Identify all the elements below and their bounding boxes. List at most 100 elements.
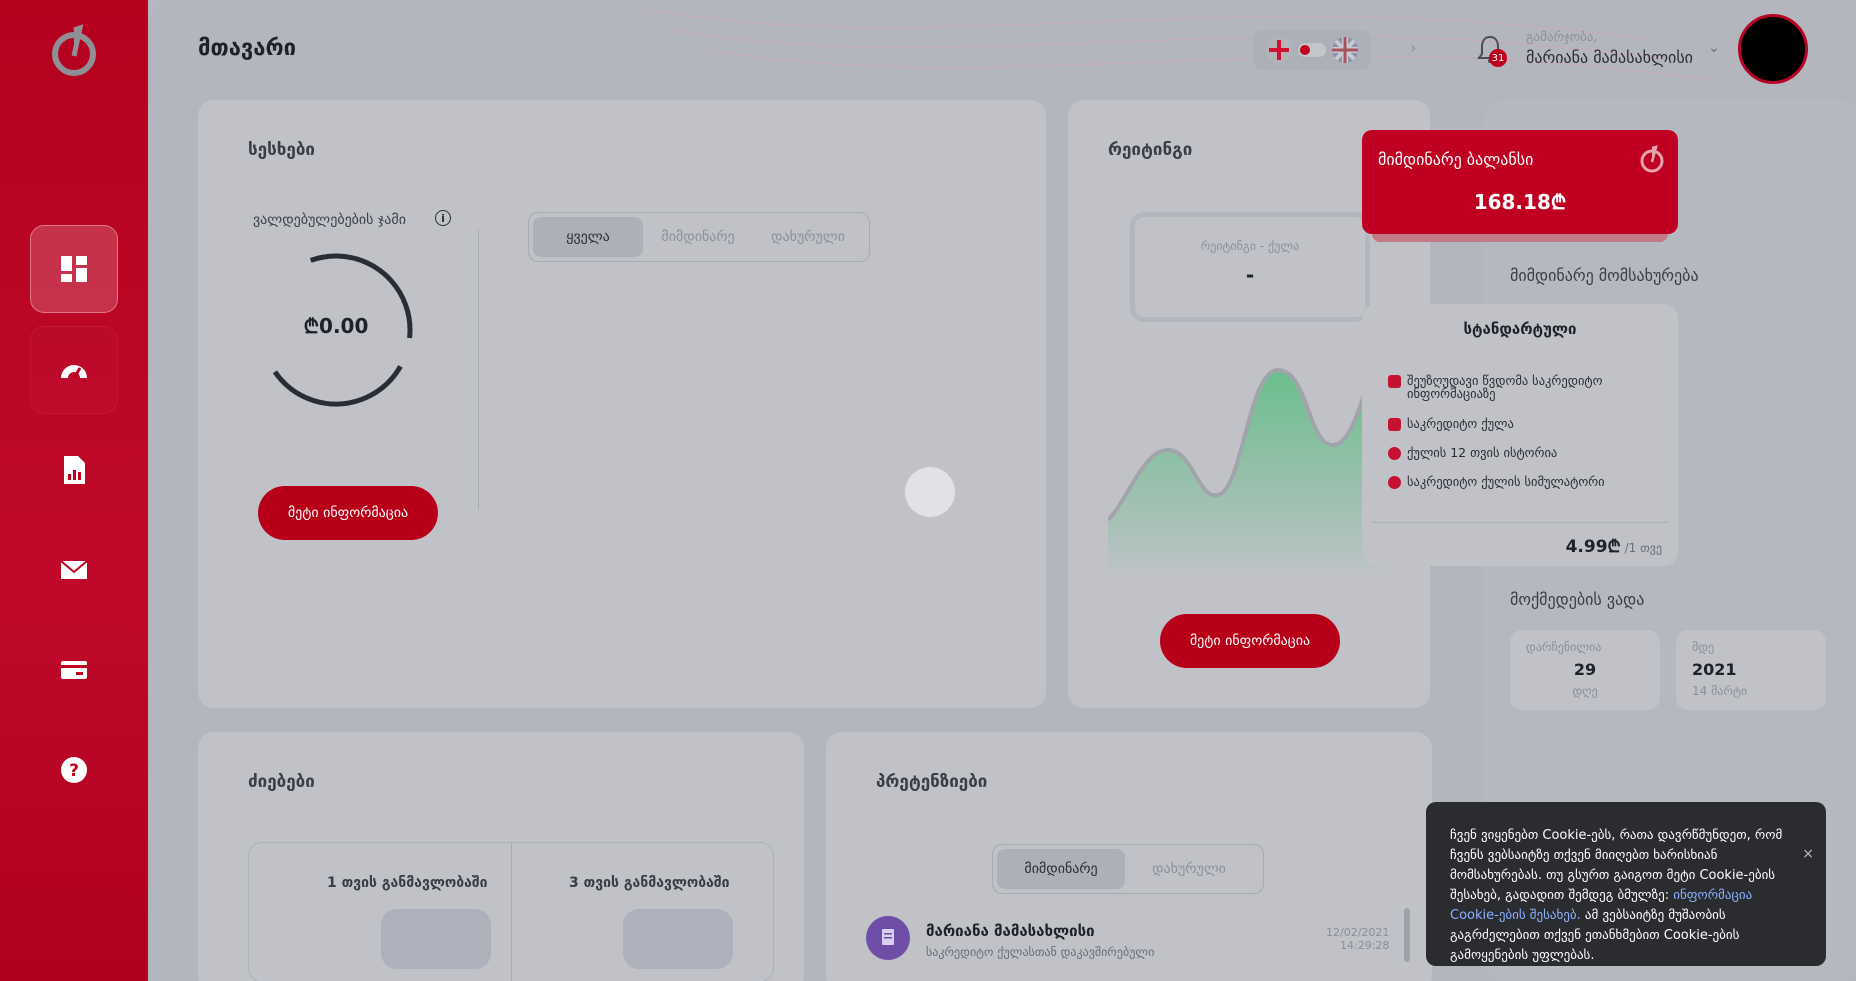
- rating-score-value: -: [1245, 263, 1255, 287]
- notification-badge: 31: [1489, 49, 1507, 67]
- claim-name[interactable]: მარიანა მამასახლისი: [926, 922, 1095, 940]
- feature-item: შეუზღუდავი წვდომა საკრედიტო ინფორმაციაზე: [1388, 374, 1658, 400]
- feature-label: ქულის 12 თვის ისტორია: [1407, 445, 1558, 460]
- remaining-label: დარჩენილია: [1526, 640, 1602, 654]
- page-title: მთავარი: [198, 36, 297, 61]
- claim-date-time: 14:29:28: [1340, 939, 1390, 952]
- username[interactable]: მარიანა მამასახლისი: [1526, 48, 1693, 67]
- remaining-value: 29: [1573, 660, 1597, 679]
- service-plan-name: სტანდარტული: [1463, 320, 1577, 338]
- rating-score-label: რეიტინგი - ქულა: [1200, 239, 1300, 253]
- rating-title: რეიტინგი: [1108, 140, 1193, 160]
- period-3-months: 3 თვის განმავლობაში: [569, 875, 730, 891]
- dashboard-icon: [61, 256, 87, 282]
- obligations-amount: ₾0.00: [303, 314, 369, 338]
- info-icon[interactable]: i: [435, 210, 451, 226]
- claims-title: პრეტენზიები: [876, 772, 988, 792]
- until-label: მდე: [1692, 640, 1715, 654]
- loans-card: სესხები ვალდებულებების ჯამი i ₾0.00 მეტი…: [198, 100, 1046, 708]
- report-icon: [64, 456, 85, 484]
- price-period: /1 თვე: [1624, 541, 1662, 555]
- loans-title: სესხები: [248, 140, 316, 160]
- until-year: 2021: [1692, 660, 1737, 679]
- language-toggle[interactable]: [1298, 43, 1326, 57]
- document-icon: [1388, 418, 1401, 431]
- rating-area-chart: [1108, 340, 1388, 570]
- feature-item: საკრედიტო ქულის სიმულატორი: [1388, 475, 1658, 489]
- app-logo[interactable]: [50, 24, 98, 76]
- speedometer-icon: [61, 365, 87, 379]
- tab-all[interactable]: ყველა: [533, 217, 643, 257]
- mail-icon: [60, 560, 88, 579]
- sidebar: ?: [0, 0, 148, 981]
- count-pill: [623, 909, 733, 969]
- sidebar-item-payments[interactable]: [30, 626, 118, 714]
- tab-current[interactable]: მიმდინარე: [643, 217, 753, 257]
- chevron-down-icon[interactable]: ⌄: [1708, 40, 1720, 56]
- loading-indicator: [905, 467, 955, 517]
- service-card: სტანდარტული შეუზღუდავი წვდომა საკრედიტო …: [1362, 304, 1678, 566]
- history-icon: [1388, 447, 1401, 460]
- uk-flag-icon[interactable]: [1332, 37, 1358, 63]
- balance-value: 168.18₾: [1473, 190, 1567, 214]
- tab-closed[interactable]: დახურული: [753, 217, 863, 257]
- loans-more-info-button[interactable]: მეტი ინფორმაცია: [258, 486, 438, 540]
- period-1-month: 1 თვის განმავლობაში: [327, 875, 488, 891]
- close-icon[interactable]: ×: [1802, 844, 1814, 864]
- claim-date-day: 12/02/2021: [1326, 926, 1390, 939]
- rating-score-box: რეიტინგი - ქულა -: [1130, 212, 1370, 322]
- obligations-label: ვალდებულებების ჯამი: [253, 212, 406, 228]
- help-icon: ?: [61, 757, 87, 783]
- language-switcher[interactable]: [1253, 30, 1371, 70]
- tab-current[interactable]: მიმდინარე: [997, 849, 1125, 889]
- chevron-right-icon[interactable]: ›: [1410, 38, 1416, 57]
- feature-label: საკრედიტო ქულა: [1407, 416, 1514, 431]
- until-date: 14 მარტი: [1692, 684, 1748, 698]
- claim-avatar: [866, 916, 910, 960]
- validity-section-title: მოქმედების ვადა: [1510, 590, 1645, 609]
- credit-card-icon: [1388, 375, 1401, 388]
- searches-title: ძიებები: [248, 772, 315, 792]
- service-section-title: მიმდინარე მომსახურება: [1510, 266, 1699, 285]
- loans-tabs: ყველა მიმდინარე დახურული: [528, 212, 870, 262]
- balance-logo-icon: [1640, 145, 1664, 173]
- document-icon: [882, 929, 894, 945]
- credit-card-icon: [61, 661, 87, 679]
- divider: [511, 843, 512, 981]
- georgian-flag-icon[interactable]: [1266, 37, 1292, 63]
- service-price: 4.99₾/1 თვე: [1566, 534, 1662, 557]
- count-pill: [381, 909, 491, 969]
- remaining-days-card: დარჩენილია 29 დღე: [1510, 630, 1660, 710]
- claims-card: პრეტენზიები მიმდინარე დახურული მარიანა მ…: [826, 732, 1432, 981]
- sidebar-item-dashboard[interactable]: [30, 225, 118, 313]
- claim-description: საკრედიტო ქულასთან დაკავშირებული: [926, 945, 1155, 959]
- rating-more-info-button[interactable]: მეტი ინფორმაცია: [1160, 614, 1340, 668]
- greeting-text: გამარჯობა,: [1526, 30, 1598, 45]
- feature-label: შეუზღუდავი წვდომა საკრედიტო ინფორმაციაზე: [1407, 373, 1603, 401]
- feature-item: ქულის 12 თვის ისტორია: [1388, 446, 1658, 460]
- divider: [478, 230, 479, 510]
- scrollbar[interactable]: [1404, 908, 1410, 962]
- searches-inner-box: 1 თვის განმავლობაში 3 თვის განმავლობაში: [248, 842, 774, 981]
- balance-title: მიმდინარე ბალანსი: [1378, 150, 1534, 169]
- feature-item: საკრედიტო ქულა: [1388, 417, 1658, 431]
- balance-card: მიმდინარე ბალანსი 168.18₾: [1362, 130, 1678, 234]
- simulator-icon: [1388, 476, 1401, 489]
- valid-until-card: მდე 2021 14 მარტი: [1676, 630, 1826, 710]
- sidebar-item-messages[interactable]: [30, 526, 118, 614]
- feature-label: საკრედიტო ქულის სიმულატორი: [1407, 474, 1605, 489]
- price-value: 4.99₾: [1565, 537, 1621, 557]
- svg-text:?: ?: [69, 761, 79, 781]
- divider: [1372, 522, 1668, 523]
- avatar[interactable]: [1738, 14, 1808, 84]
- cookie-banner: ჩვენ ვიყენებთ Cookie-ებს, რათა დავრწმუნდ…: [1426, 802, 1826, 966]
- searches-card: ძიებები 1 თვის განმავლობაში 3 თვის განმა…: [198, 732, 804, 981]
- claim-date: 12/02/2021 14:29:28: [1326, 926, 1389, 952]
- sidebar-item-rating[interactable]: [30, 326, 118, 414]
- tab-closed[interactable]: დახურული: [1125, 849, 1253, 889]
- sidebar-item-reports[interactable]: [30, 426, 118, 514]
- remaining-unit: დღე: [1572, 684, 1598, 698]
- sidebar-item-help[interactable]: ?: [30, 726, 118, 814]
- claims-tabs: მიმდინარე დახურული: [992, 844, 1264, 894]
- balance-card-shadow: [1372, 234, 1668, 242]
